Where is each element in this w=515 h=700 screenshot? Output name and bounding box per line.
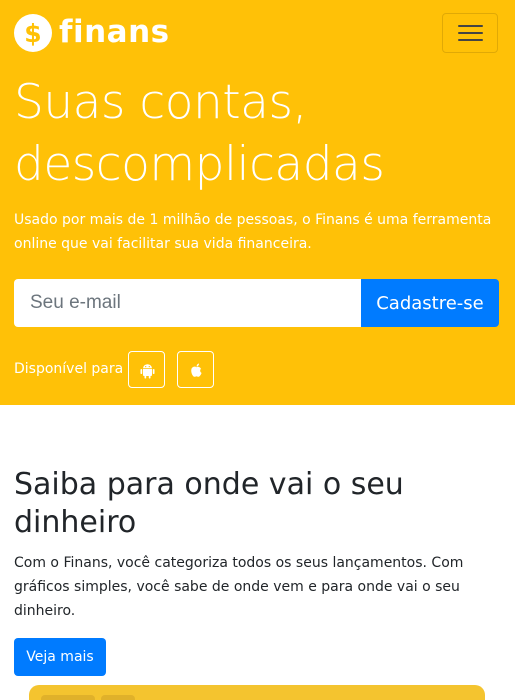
android-icon xyxy=(140,364,155,379)
feature-title: Saiba para onde vai o seu dinheiro xyxy=(14,467,404,540)
see-more-button[interactable]: Veja mais xyxy=(14,638,106,676)
feature-text: Com o Finans, você categoriza todos os s… xyxy=(14,555,464,619)
menu-toggle-button[interactable] xyxy=(442,13,498,53)
hero-section: $ finans Suas contas, descomplicadas Usa… xyxy=(0,0,515,405)
svg-text:$: $ xyxy=(24,19,41,48)
navbar: $ finans xyxy=(0,0,515,68)
brand-name[interactable]: finans xyxy=(59,10,170,54)
preview-chip xyxy=(41,695,95,700)
hero-title-line-2: descomplicadas xyxy=(14,137,385,192)
hero-lead: Usado por mais de 1 milhão de pessoas, o… xyxy=(14,212,492,252)
apple-store-button[interactable] xyxy=(177,351,214,388)
email-input[interactable] xyxy=(14,279,361,327)
hero-title-line-1: Suas contas, xyxy=(14,75,307,130)
app-preview-card xyxy=(29,685,485,700)
android-store-button[interactable] xyxy=(128,351,165,388)
apple-icon xyxy=(191,363,202,377)
signup-button[interactable]: Cadastre-se xyxy=(361,279,499,327)
dollar-coin-icon[interactable]: $ xyxy=(14,14,52,52)
preview-chip xyxy=(101,695,135,700)
hero-title: Suas contas, descomplicadas xyxy=(14,72,504,196)
availability-label: Disponível para xyxy=(14,361,124,377)
signup-form: Cadastre-se xyxy=(14,279,499,327)
hamburger-icon xyxy=(458,25,483,27)
